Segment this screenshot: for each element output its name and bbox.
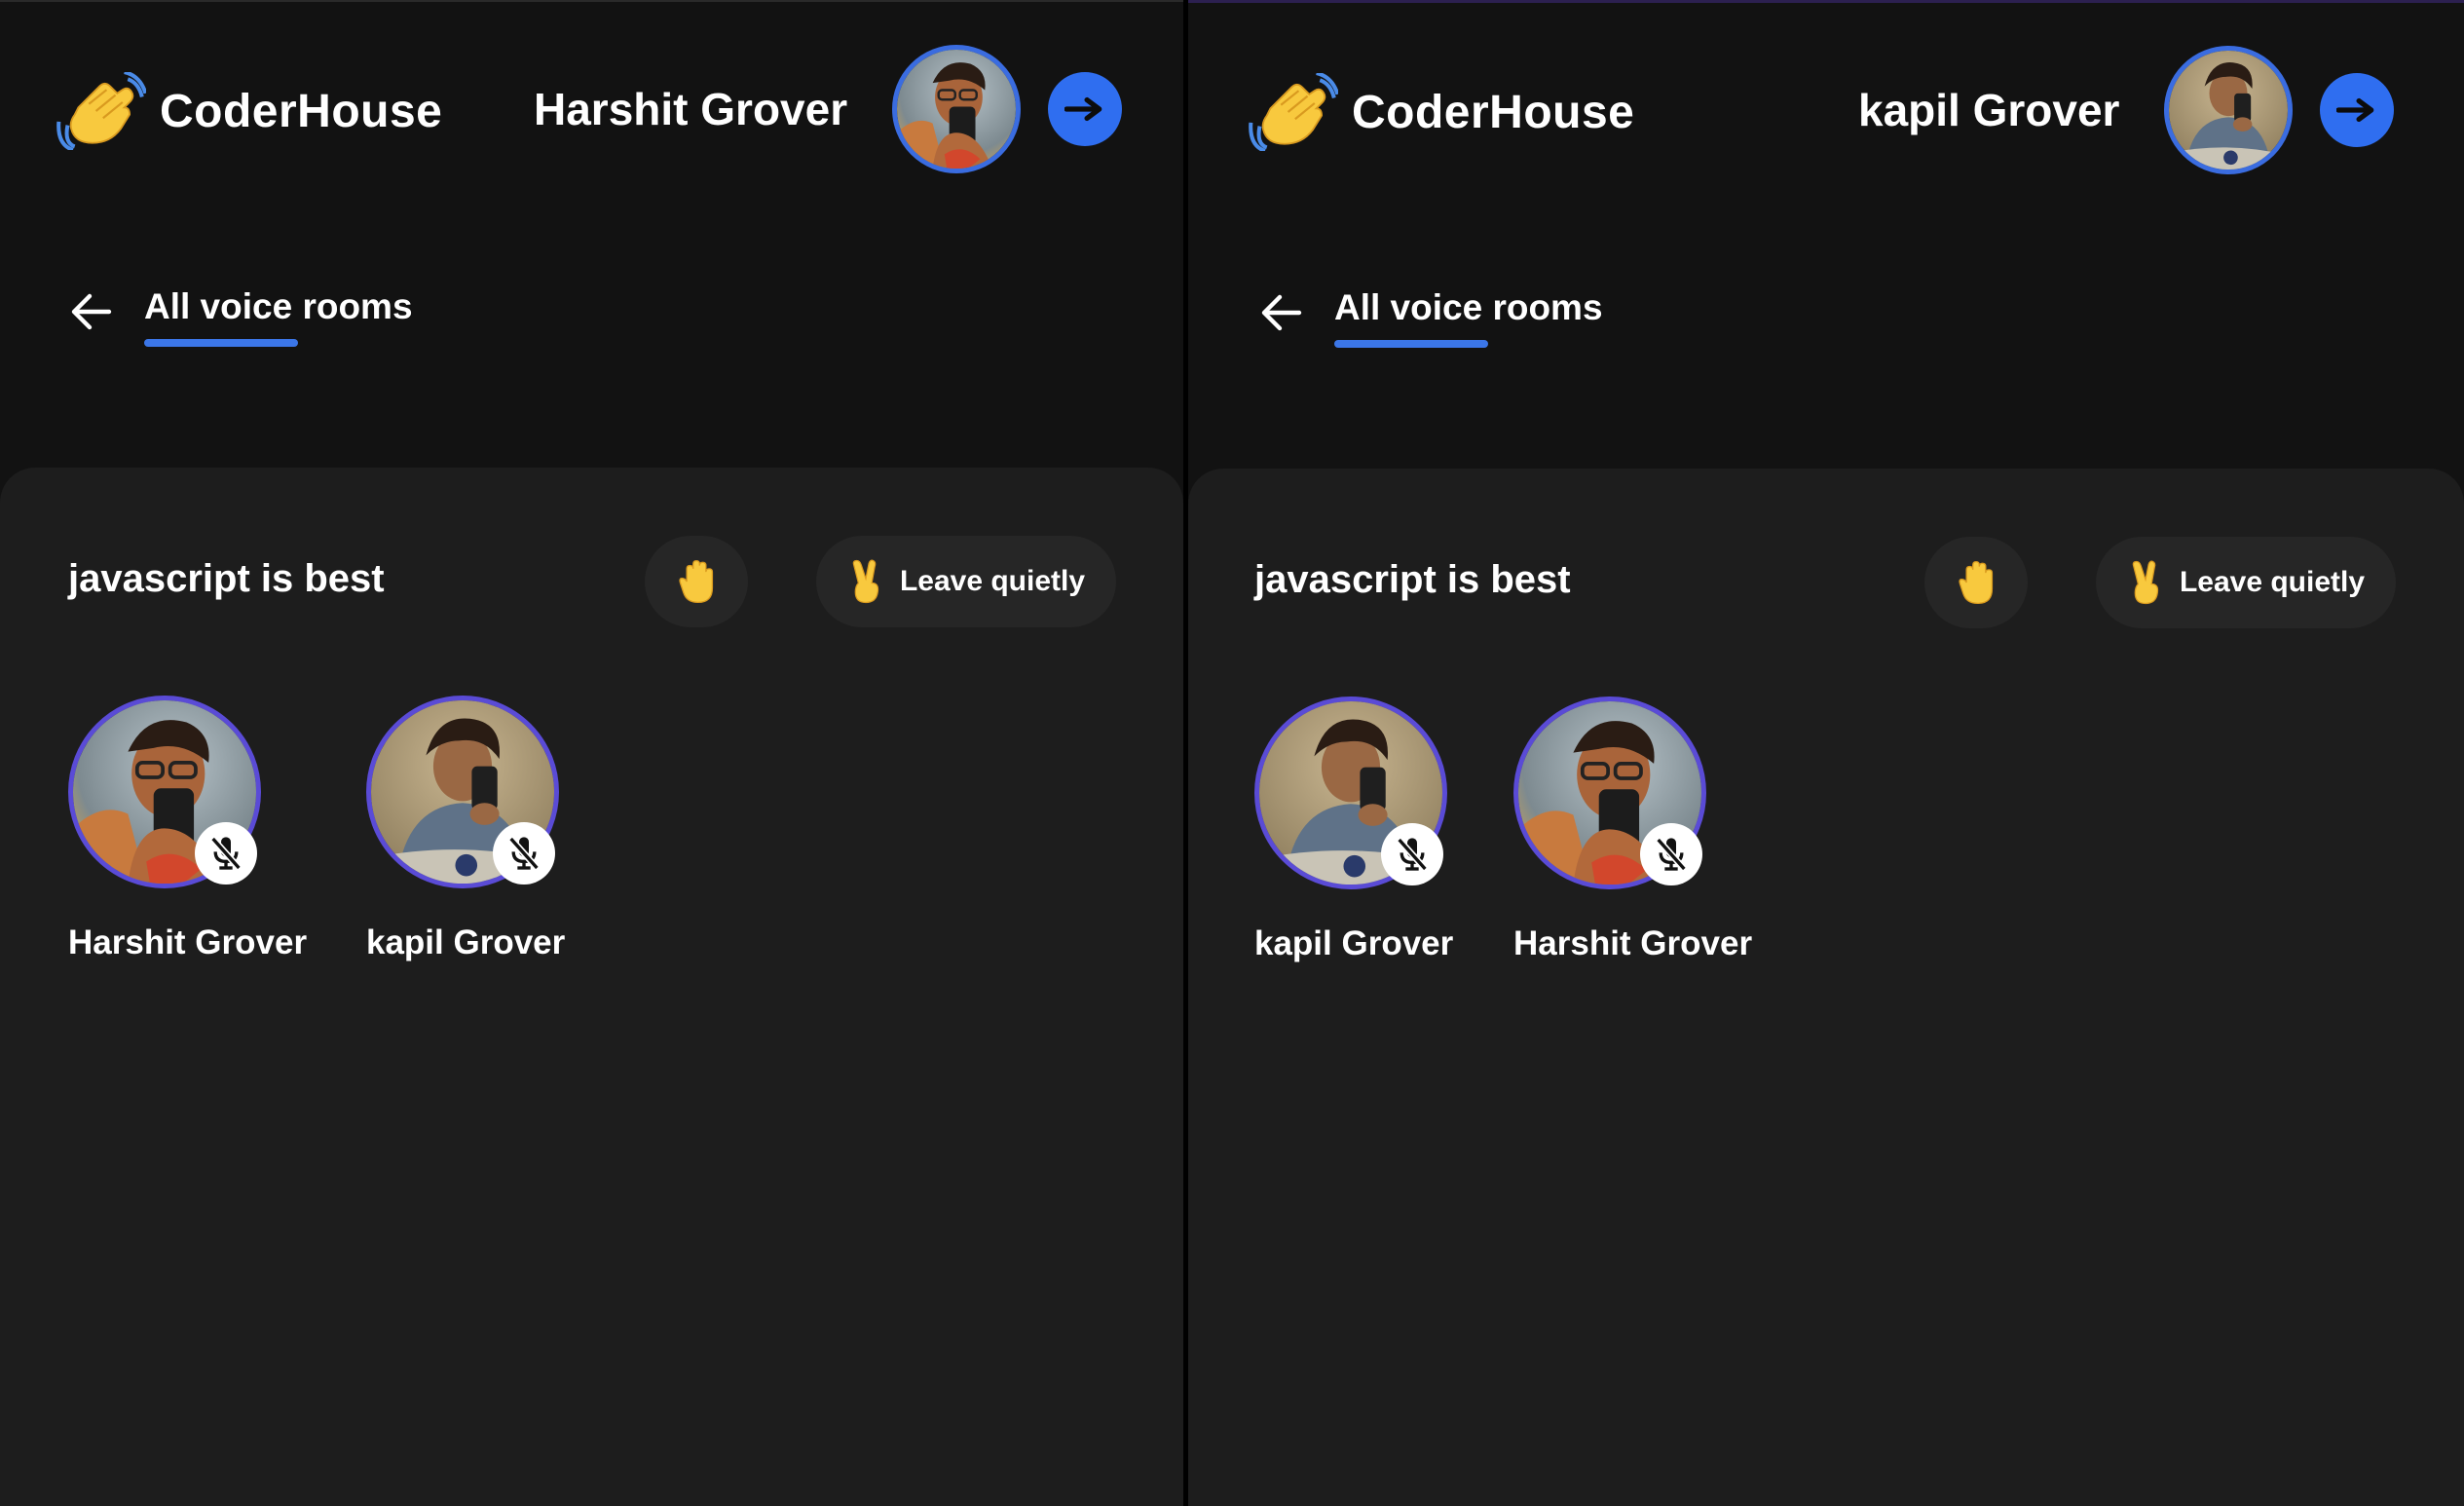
nav-title-wrap: All voice rooms [144,286,413,347]
mic-off-icon [1652,835,1691,874]
mic-off-icon [504,834,543,873]
room-panel: javascript is best Leave quietly kapil G… [1188,469,2464,1506]
avatar[interactable] [2164,46,2294,174]
raise-hand-button[interactable] [645,536,748,627]
logout-button[interactable] [2320,73,2395,147]
logout-button[interactable] [1048,72,1123,146]
logo-link[interactable]: CoderHouse [1249,73,1634,151]
waving-hand-icon [56,72,146,150]
client-avatar-wrap [1254,697,1447,889]
victory-hand-icon [2127,560,2164,605]
user-avatar-image [2169,51,2288,169]
mute-toggle-button[interactable] [1381,823,1443,885]
breadcrumb: All voice rooms [1258,287,1603,348]
user-avatar-image [897,50,1016,169]
client-avatar-wrap [1513,697,1706,889]
client-card: Harshit Grover [68,696,308,962]
leave-quietly-button[interactable]: Leave quietly [2096,537,2396,628]
navigation-header: CoderHouse Harshit Grover [0,2,1183,226]
app-window-harshit: CoderHouse Harshit Grover All voice room… [0,0,1183,1506]
title-underline [1334,340,1488,348]
client-name: kapil Grover [366,923,566,961]
breadcrumb: All voice rooms [68,286,413,347]
room-panel: javascript is best Leave quietly Harshit… [0,468,1183,1506]
logout-arrow-icon [1064,96,1105,122]
navigation-header: CoderHouse kapil Grover [1188,3,2464,227]
leave-quietly-button[interactable]: Leave quietly [816,536,1116,627]
user-block: kapil Grover [1858,46,2395,174]
logo-text: CoderHouse [1352,86,1635,138]
client-avatar-wrap [366,696,559,888]
raised-hand-icon [1957,560,1996,605]
client-avatar-wrap [68,696,261,888]
user-name: Harshit Grover [534,84,848,134]
mic-off-icon [1393,835,1432,874]
logo-link[interactable]: CoderHouse [56,72,442,150]
arrow-left-icon[interactable] [1258,289,1305,336]
mic-status-badge [1640,823,1702,885]
waving-hand-icon [1249,73,1338,151]
logout-arrow-icon [2336,97,2377,123]
nav-title-wrap: All voice rooms [1334,287,1603,348]
raise-hand-button[interactable] [1924,537,2028,628]
user-block: Harshit Grover [534,45,1123,173]
room-topic: javascript is best [1254,558,1571,601]
user-name: kapil Grover [1858,85,2120,135]
avatar[interactable] [892,45,1022,173]
mic-off-icon [206,834,245,873]
client-card: kapil Grover [366,696,571,962]
arrow-left-icon[interactable] [68,288,115,335]
client-name: kapil Grover [1254,924,1454,962]
client-card: Harshit Grover [1513,697,1753,963]
room-topic: javascript is best [68,557,385,600]
client-name: Harshit Grover [1513,924,1753,962]
client-name: Harshit Grover [68,923,308,961]
app-window-kapil: CoderHouse kapil Grover All voice rooms … [1188,0,2464,1506]
logo-text: CoderHouse [160,85,443,137]
leave-button-label: Leave quietly [899,565,1086,597]
leave-button-label: Leave quietly [2179,566,2366,598]
client-card: kapil Grover [1254,697,1459,963]
title-underline [144,339,298,347]
victory-hand-icon [847,559,884,604]
mic-status-badge [493,822,555,885]
raised-hand-icon [677,559,716,604]
page-title: All voice rooms [1334,287,1603,327]
page-title: All voice rooms [144,286,413,326]
mute-toggle-button[interactable] [195,822,257,885]
